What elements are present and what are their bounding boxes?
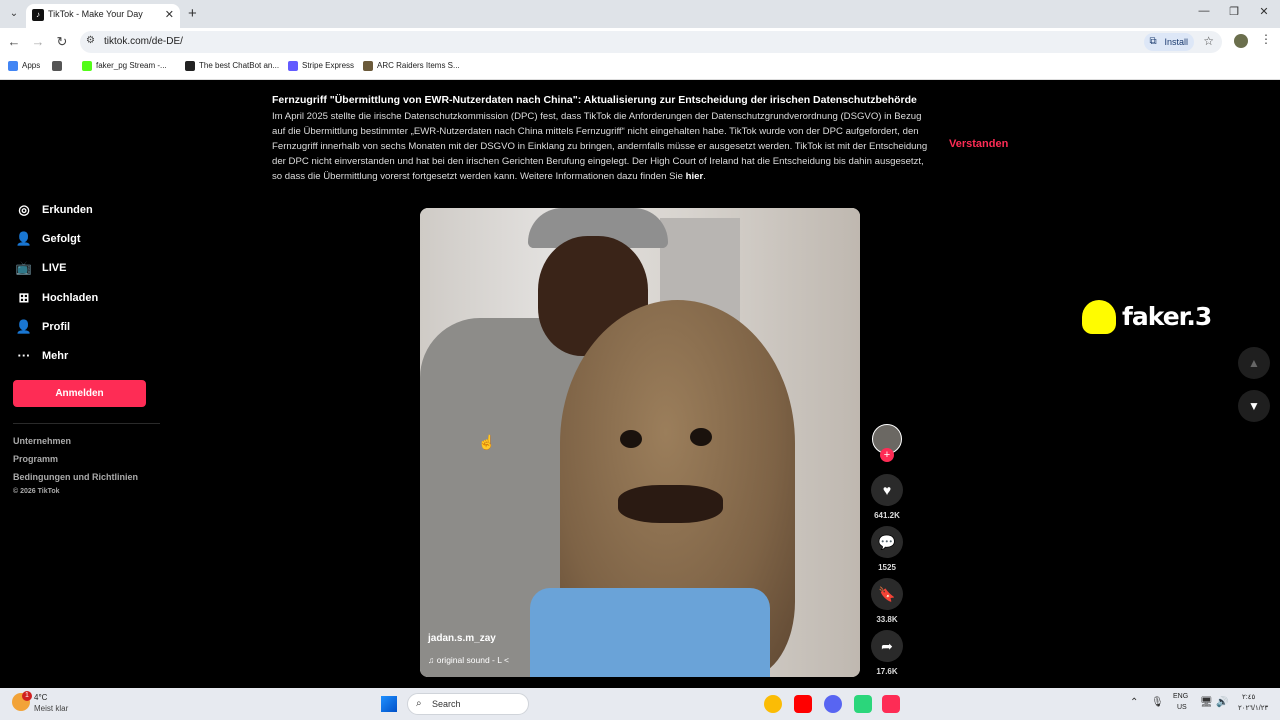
previous-video-up-icon[interactable]: ▲: [1238, 347, 1270, 379]
profile-icon: 👤: [15, 319, 33, 334]
tiktok-page: ◎ Erkunden 👤 Gefolgt 📺 LIVE ⊞ Hochladen …: [0, 80, 1280, 688]
bookmark-apps[interactable]: Apps: [8, 61, 40, 71]
address-bar[interactable]: ⚙ tiktok.com/de-DE/ ⧉ Install ☆: [80, 31, 1222, 53]
following-icon: 👤: [15, 231, 33, 246]
potato-mouth: [618, 485, 723, 523]
taskbar-app-icon[interactable]: [854, 695, 872, 713]
window-minimize-button[interactable]: —: [1194, 5, 1214, 17]
bookmark-icon[interactable]: 🔖: [871, 578, 903, 610]
browser-toolbar: ← → ↻ ⚙ tiktok.com/de-DE/ ⧉ Install ☆ ⋮: [0, 28, 1280, 56]
window-restore-button[interactable]: ❐: [1224, 5, 1244, 18]
stripe-icon: [288, 61, 298, 71]
volume-icon[interactable]: 🔊: [1216, 697, 1228, 708]
bookmark-faker-stream[interactable]: faker_pg Stream -...: [82, 61, 167, 71]
url-text[interactable]: tiktok.com/de-DE/: [104, 36, 183, 47]
notice-dismiss-button[interactable]: Verstanden: [949, 138, 1008, 150]
youtube-app-icon[interactable]: [794, 695, 812, 713]
next-video-down-icon[interactable]: ▼: [1238, 390, 1270, 422]
tray-chevron-up-icon[interactable]: ⌃: [1130, 697, 1138, 708]
discord-app-icon[interactable]: [824, 695, 842, 713]
forward-arrow-icon[interactable]: →: [30, 34, 46, 49]
tab-search-chevron-icon[interactable]: ⌄: [6, 6, 22, 22]
notice-title: Fernzugriff "Übermittlung von EWR-Nutzer…: [272, 94, 917, 106]
bookmark-stripe[interactable]: Stripe Express: [288, 61, 354, 71]
clock-time[interactable]: ٢:٤٥: [1242, 693, 1255, 701]
like-count: 641.2K: [874, 511, 900, 520]
bookmark-arc-raiders[interactable]: ARC Raiders Items S...: [363, 61, 460, 71]
weather-temperature[interactable]: 4°C: [34, 693, 47, 702]
notice-body: Im April 2025 stellte die irische Datens…: [272, 109, 932, 184]
chatgpt-icon: [185, 61, 195, 71]
tab-title: TikTok - Make Your Day: [48, 9, 143, 19]
video-sound[interactable]: ♫ original sound - L <: [428, 655, 509, 665]
notice-more-link[interactable]: hier: [686, 171, 704, 182]
new-tab-plus-icon[interactable]: +: [188, 5, 197, 22]
microphone-icon[interactable]: 🎙: [1151, 697, 1164, 708]
live-tv-icon: 📺: [15, 260, 33, 275]
tiktok-app-icon[interactable]: [882, 695, 900, 713]
like-heart-icon[interactable]: ♥: [871, 474, 903, 506]
back-arrow-icon[interactable]: ←: [6, 34, 22, 49]
snapchat-watermark: faker.3: [1082, 300, 1227, 336]
network-icon[interactable]: 🖥: [1200, 697, 1213, 708]
clock-date[interactable]: ٢٠٢٦/١/٢٣: [1238, 704, 1268, 712]
watermark-text: faker.3: [1122, 302, 1212, 331]
share-arrow-icon[interactable]: ➦: [871, 630, 903, 662]
chrome-app-icon[interactable]: [764, 695, 782, 713]
footer-link-program[interactable]: Programm: [13, 454, 58, 464]
weather-description[interactable]: Meist klar: [34, 704, 68, 713]
footer-link-company[interactable]: Unternehmen: [13, 436, 71, 446]
grid-icon: [52, 61, 62, 71]
video-author[interactable]: jadan.s.m_zay: [428, 633, 496, 644]
comment-count: 1525: [878, 563, 896, 572]
weather-badge: 1: [22, 691, 32, 701]
browser-menu-icon[interactable]: ⋮: [1260, 32, 1272, 46]
kick-icon: [82, 61, 92, 71]
reload-icon[interactable]: ↻: [54, 34, 70, 50]
save-count: 33.8K: [876, 615, 898, 624]
notice-text: Im April 2025 stellte die irische Datens…: [272, 111, 928, 182]
search-icon: ⌕: [416, 698, 422, 709]
apps-grid-icon: [8, 61, 18, 71]
install-app-button[interactable]: ⧉ Install: [1144, 33, 1194, 51]
upload-icon: ⊞: [18, 290, 30, 305]
windows-start-icon[interactable]: [381, 696, 397, 712]
taskbar-search-box[interactable]: ⌕ Search: [407, 693, 529, 715]
windows-taskbar: 1 4°C Meist klar ⌕ Search ⌃ 🎙 ENG US 🖥 🔊…: [0, 688, 1280, 720]
browser-tab-strip: ⌄ ♪ TikTok - Make Your Day ✕ + — ❐ ✕: [0, 0, 1280, 28]
tab-close-icon[interactable]: ✕: [165, 8, 174, 21]
site-info-icon[interactable]: ⚙: [86, 35, 95, 46]
follow-plus-icon[interactable]: +: [880, 448, 894, 462]
mouse-cursor-icon: ☝: [478, 434, 496, 450]
install-icon: ⧉: [1149, 36, 1157, 47]
arc-raiders-icon: [363, 61, 373, 71]
footer-link-terms[interactable]: Bedingungen und Richtlinien: [13, 472, 138, 482]
bookmark-star-icon[interactable]: ☆: [1203, 34, 1214, 48]
language-code[interactable]: ENG: [1173, 693, 1188, 700]
potato-eye-left: [620, 430, 642, 448]
bookmark-grid[interactable]: [52, 61, 66, 71]
potato-eye-right: [690, 428, 712, 446]
more-icon: ···: [17, 348, 31, 363]
bookmarks-bar: Apps faker_pg Stream -... The best ChatB…: [0, 56, 1280, 80]
notice-end: .: [703, 171, 706, 182]
comment-icon[interactable]: 💬: [871, 526, 903, 558]
compass-icon: ◎: [18, 202, 30, 217]
snapchat-ghost-icon: [1082, 300, 1116, 334]
bookmark-chatbot[interactable]: The best ChatBot an...: [185, 61, 279, 71]
window-close-button[interactable]: ✕: [1254, 5, 1274, 18]
search-placeholder: Search: [432, 699, 461, 709]
music-note-icon: ♫: [428, 655, 437, 665]
share-count: 17.6K: [876, 667, 898, 676]
potato-scrubs: [530, 588, 770, 677]
sidebar-divider: [13, 423, 160, 424]
browser-tab-tiktok[interactable]: ♪ TikTok - Make Your Day ✕: [26, 4, 180, 28]
keyboard-layout[interactable]: US: [1177, 704, 1187, 711]
tiktok-favicon-icon: ♪: [32, 9, 44, 21]
copyright-text: © 2026 TikTok: [13, 488, 60, 495]
install-label: Install: [1164, 37, 1188, 47]
login-button[interactable]: Anmelden: [13, 380, 146, 407]
profile-avatar[interactable]: [1234, 34, 1248, 48]
